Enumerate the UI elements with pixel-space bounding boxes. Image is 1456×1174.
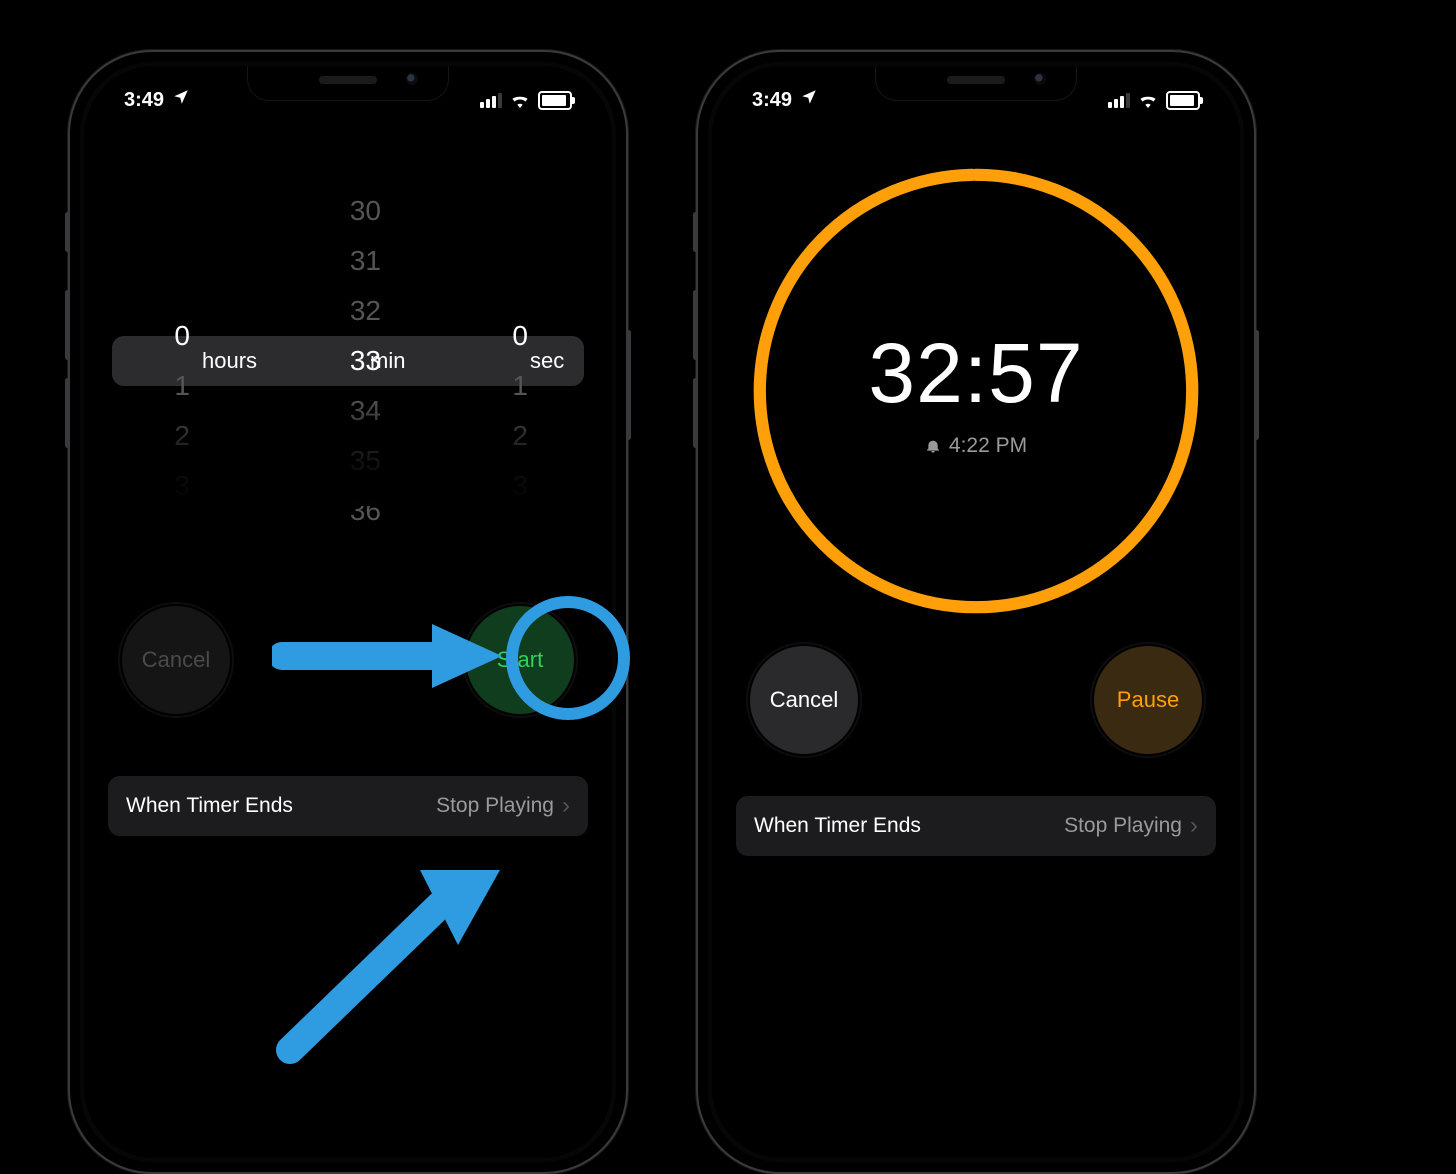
setting-value: Stop Playing bbox=[1064, 814, 1182, 838]
start-button[interactable]: Start bbox=[466, 606, 574, 714]
minutes-unit-label: min bbox=[370, 348, 405, 374]
phone-mockup-timer-setup: 3:49 0 1 2 3 bbox=[68, 50, 628, 1174]
wifi-icon bbox=[1137, 92, 1159, 108]
minutes-wheel[interactable]: 30 31 32 33 34 35 36 bbox=[287, 216, 437, 506]
cancel-button[interactable]: Cancel bbox=[750, 646, 858, 754]
location-icon bbox=[800, 88, 818, 112]
cellular-icon bbox=[480, 93, 502, 108]
location-icon bbox=[172, 88, 190, 112]
phone-volume-down bbox=[693, 378, 698, 448]
action-buttons-row: Cancel Start bbox=[84, 606, 612, 714]
setting-label: When Timer Ends bbox=[754, 814, 921, 838]
status-bar: 3:49 bbox=[712, 76, 1240, 124]
battery-icon bbox=[538, 91, 572, 110]
battery-icon bbox=[1166, 91, 1200, 110]
phone-volume-up bbox=[693, 290, 698, 360]
phone-mockup-timer-running: 3:49 32:57 bbox=[696, 50, 1256, 1174]
phone-power-button bbox=[1254, 330, 1259, 440]
pause-button[interactable]: Pause bbox=[1094, 646, 1202, 754]
phone-mute-switch bbox=[693, 212, 698, 252]
countdown-end-time: 4:22 PM bbox=[949, 434, 1027, 458]
phone-volume-up bbox=[65, 290, 70, 360]
time-picker[interactable]: 0 1 2 3 30 31 32 33 34 35 36 0 1 2 bbox=[112, 216, 584, 506]
wifi-icon bbox=[509, 92, 531, 108]
phone-mute-switch bbox=[65, 212, 70, 252]
status-time: 3:49 bbox=[752, 89, 792, 112]
setting-label: When Timer Ends bbox=[126, 794, 293, 818]
chevron-right-icon: › bbox=[1190, 814, 1198, 838]
status-time: 3:49 bbox=[124, 89, 164, 112]
phone-volume-down bbox=[65, 378, 70, 448]
bell-icon bbox=[925, 438, 941, 454]
seconds-unit-label: sec bbox=[530, 348, 564, 374]
phone-power-button bbox=[626, 330, 631, 440]
when-timer-ends-row[interactable]: When Timer Ends Stop Playing › bbox=[108, 776, 588, 836]
cancel-button: Cancel bbox=[122, 606, 230, 714]
action-buttons-row: Cancel Pause bbox=[712, 646, 1240, 754]
cellular-icon bbox=[1108, 93, 1130, 108]
setting-value: Stop Playing bbox=[436, 794, 554, 818]
countdown-ring: 32:57 4:22 PM bbox=[741, 156, 1211, 626]
countdown-time: 32:57 bbox=[868, 325, 1083, 422]
hours-unit-label: hours bbox=[202, 348, 257, 374]
status-bar: 3:49 bbox=[84, 76, 612, 124]
when-timer-ends-row[interactable]: When Timer Ends Stop Playing › bbox=[736, 796, 1216, 856]
chevron-right-icon: › bbox=[562, 794, 570, 818]
